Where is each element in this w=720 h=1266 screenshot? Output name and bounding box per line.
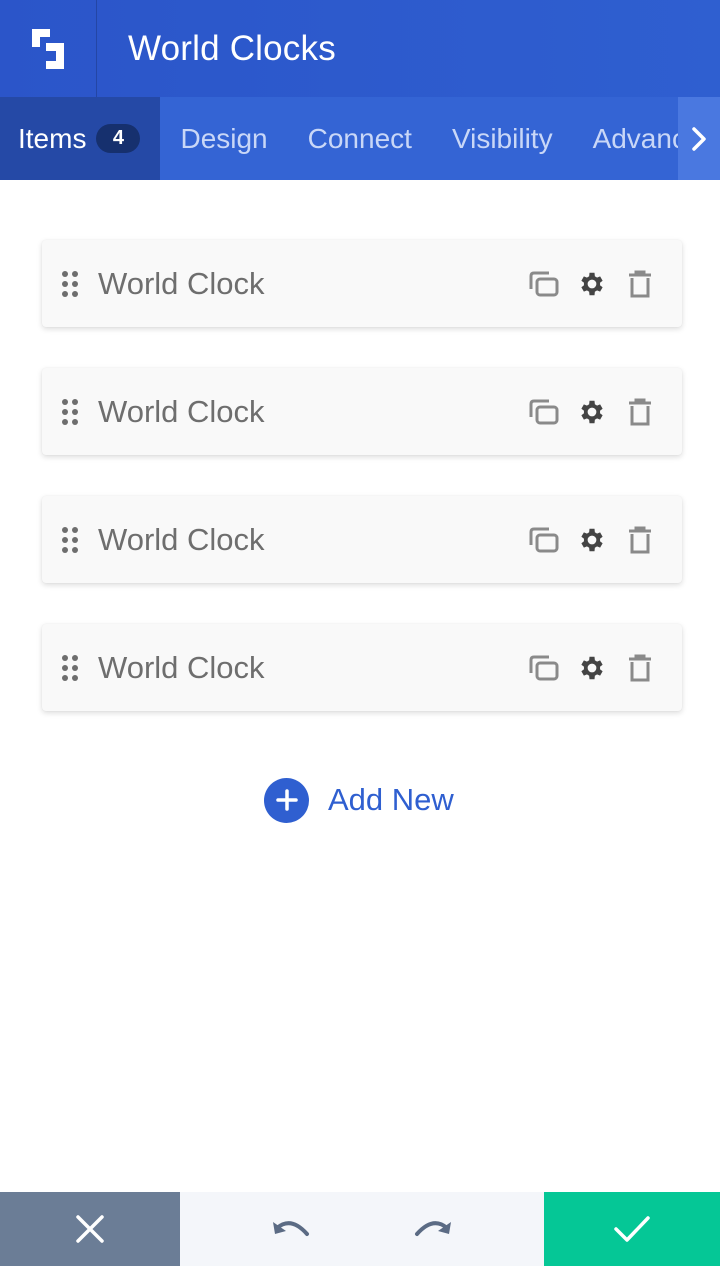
tab-label: Items [18, 122, 87, 154]
item-label: World Clock [98, 265, 265, 301]
tab-items[interactable]: Items 4 [0, 97, 161, 180]
plus-icon [264, 777, 309, 823]
items-count-badge: 4 [96, 124, 141, 153]
footer-toolbar [0, 1192, 720, 1266]
item-label: World Clock [98, 649, 265, 685]
page-title: World Clocks [128, 28, 336, 68]
delete-button[interactable] [616, 388, 664, 436]
add-new-button[interactable]: Add New [264, 777, 454, 823]
drag-handle[interactable] [42, 240, 98, 327]
gear-icon [581, 528, 603, 551]
gear-icon [581, 656, 603, 679]
list-item[interactable]: World Clock [42, 240, 682, 327]
delete-button[interactable] [616, 260, 664, 308]
duplicate-button[interactable] [520, 516, 568, 564]
settings-button[interactable] [568, 516, 616, 564]
redo-icon [415, 1221, 451, 1236]
list-item[interactable]: World Clock [42, 496, 682, 583]
tab-label: Connect [307, 122, 412, 154]
drag-handle-icon [62, 398, 78, 425]
duplicate-button[interactable] [520, 644, 568, 692]
gear-icon [581, 400, 603, 423]
redo-button[interactable] [403, 1199, 463, 1259]
duplicate-icon [529, 527, 559, 552]
tab-design[interactable]: Design [160, 97, 287, 180]
tab-label: Design [180, 122, 268, 154]
trash-icon [629, 398, 651, 425]
delete-button[interactable] [616, 516, 664, 564]
trash-icon [629, 526, 651, 553]
gear-icon [581, 272, 603, 295]
trash-icon [629, 270, 651, 297]
tab-visibility[interactable]: Visibility [432, 97, 573, 180]
duplicate-icon [529, 271, 559, 296]
logo[interactable] [0, 0, 97, 97]
cancel-button[interactable] [0, 1192, 180, 1266]
tab-connect[interactable]: Connect [288, 97, 432, 180]
item-label: World Clock [98, 393, 265, 429]
chevron-right-icon [692, 126, 706, 151]
drag-handle[interactable] [42, 624, 98, 711]
delete-button[interactable] [616, 644, 664, 692]
drag-handle-icon [62, 654, 78, 681]
save-button[interactable] [544, 1192, 720, 1266]
trash-icon [629, 654, 651, 681]
list-item[interactable]: World Clock [42, 624, 682, 711]
tab-bar: Items 4 Design Connect Visibility Advanc… [0, 97, 720, 180]
tabs-scroll-right-button[interactable] [678, 97, 720, 180]
builder-logo-icon [32, 28, 64, 69]
check-icon [614, 1216, 650, 1242]
undo-button[interactable] [261, 1199, 321, 1259]
drag-handle-icon [62, 270, 78, 297]
app-header: World Clocks [0, 0, 720, 97]
undo-icon [273, 1221, 309, 1236]
settings-button[interactable] [568, 388, 616, 436]
list-item[interactable]: World Clock [42, 368, 682, 455]
drag-handle[interactable] [42, 368, 98, 455]
close-icon [76, 1215, 104, 1243]
duplicate-button[interactable] [520, 260, 568, 308]
duplicate-icon [529, 399, 559, 424]
duplicate-button[interactable] [520, 388, 568, 436]
settings-button[interactable] [568, 260, 616, 308]
tab-label: Visibility [451, 122, 553, 154]
drag-handle-icon [62, 526, 78, 553]
drag-handle[interactable] [42, 496, 98, 583]
duplicate-icon [529, 655, 559, 680]
settings-button[interactable] [568, 644, 616, 692]
add-new-label: Add New [328, 782, 454, 817]
item-label: World Clock [98, 521, 265, 557]
